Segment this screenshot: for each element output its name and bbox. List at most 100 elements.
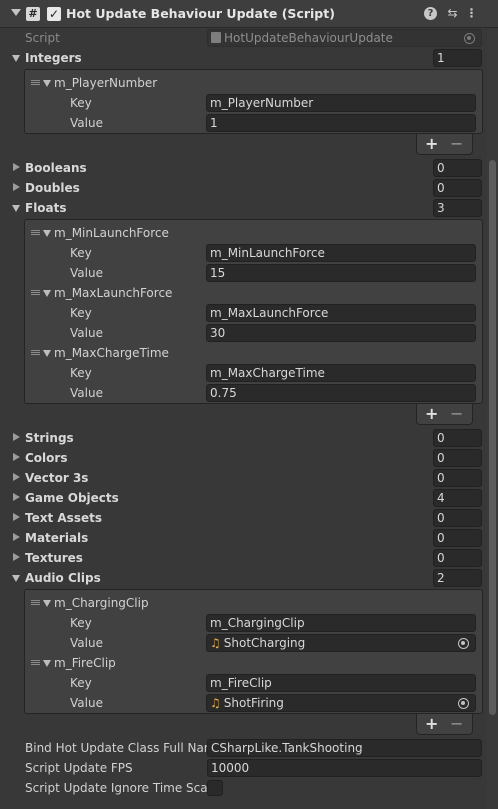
settings-sliders-icon[interactable]: ⇆ xyxy=(445,6,460,21)
audio-clip-object-field[interactable]: ♫ ShotCharging xyxy=(206,634,476,652)
element-foldout-icon[interactable] xyxy=(43,80,51,87)
component-title: Hot Update Behaviour Update (Script) xyxy=(66,6,335,21)
update-fps-label: Script Update FPS xyxy=(25,761,133,775)
floats-label: Floats xyxy=(25,201,67,215)
object-picker-icon[interactable] xyxy=(458,638,469,649)
drag-handle-icon[interactable] xyxy=(31,80,40,85)
strings-label: Strings xyxy=(25,431,74,445)
vector3s-row[interactable]: Vector 3s 0 xyxy=(0,468,486,488)
key-field[interactable]: m_MaxLaunchForce xyxy=(206,304,476,322)
key-field[interactable]: m_ChargingClip xyxy=(206,614,476,632)
textures-row[interactable]: Textures 0 xyxy=(0,548,486,568)
text-assets-row[interactable]: Text Assets 0 xyxy=(0,508,486,528)
vector3s-foldout-icon[interactable] xyxy=(13,473,20,481)
element-foldout-icon[interactable] xyxy=(43,600,51,607)
doubles-row[interactable]: Doubles 0 xyxy=(0,178,486,198)
game-objects-foldout-icon[interactable] xyxy=(13,493,20,501)
list-item[interactable]: m_ChargingClip xyxy=(25,593,482,613)
element-foldout-icon[interactable] xyxy=(43,350,51,357)
drag-handle-icon[interactable] xyxy=(31,350,40,355)
element-foldout-icon[interactable] xyxy=(43,230,51,237)
key-field[interactable]: m_MinLaunchForce xyxy=(206,244,476,262)
add-element-button[interactable]: + xyxy=(425,134,438,153)
audio-clip-object-field[interactable]: ♫ ShotFiring xyxy=(206,694,476,712)
list-item[interactable]: m_MinLaunchForce xyxy=(25,223,482,243)
text-assets-count-field[interactable]: 0 xyxy=(433,509,482,527)
materials-count-field[interactable]: 0 xyxy=(433,529,482,547)
strings-foldout-icon[interactable] xyxy=(13,433,20,441)
materials-row[interactable]: Materials 0 xyxy=(0,528,486,548)
game-objects-row[interactable]: Game Objects 4 xyxy=(0,488,486,508)
textures-count-field[interactable]: 0 xyxy=(433,549,482,567)
list-item[interactable]: m_MaxChargeTime xyxy=(25,343,482,363)
drag-handle-icon[interactable] xyxy=(31,660,40,665)
value-field[interactable]: 1 xyxy=(206,114,476,132)
scrollbar-thumb[interactable] xyxy=(489,160,496,715)
colors-foldout-icon[interactable] xyxy=(13,453,20,461)
floats-count-field[interactable]: 3 xyxy=(433,199,482,217)
integers-add-remove: + − xyxy=(416,134,473,155)
key-field[interactable]: m_FireClip xyxy=(206,674,476,692)
element-foldout-icon[interactable] xyxy=(43,660,51,667)
booleans-count-field[interactable]: 0 xyxy=(433,159,482,177)
text-assets-foldout-icon[interactable] xyxy=(13,513,20,521)
value-field[interactable]: 15 xyxy=(206,264,476,282)
add-element-button[interactable]: + xyxy=(425,714,438,733)
bind-class-field[interactable]: CSharpLike.TankShooting xyxy=(207,739,482,757)
update-fps-field[interactable]: 10000 xyxy=(207,759,482,777)
list-item[interactable]: m_MaxLaunchForce xyxy=(25,283,482,303)
booleans-foldout-icon[interactable] xyxy=(13,163,20,171)
script-field[interactable]: HotUpdateBehaviourUpdate xyxy=(207,29,482,47)
strings-count-field[interactable]: 0 xyxy=(433,429,482,447)
key-label: Key xyxy=(70,306,92,320)
doubles-count-field[interactable]: 0 xyxy=(433,179,482,197)
key-label: Key xyxy=(70,676,92,690)
audio-clips-add-remove: + − xyxy=(416,714,473,735)
key-row: Key m_FireClip xyxy=(25,673,482,693)
add-element-button[interactable]: + xyxy=(425,404,438,423)
doubles-foldout-icon[interactable] xyxy=(13,183,20,191)
remove-element-button[interactable]: − xyxy=(450,714,463,733)
audio-clips-row[interactable]: Audio Clips 2 xyxy=(0,568,486,588)
floats-list: m_MinLaunchForce Key m_MinLaunchForce Va… xyxy=(24,219,483,404)
help-icon[interactable]: ? xyxy=(424,7,437,20)
object-picker-icon[interactable] xyxy=(458,698,469,709)
materials-foldout-icon[interactable] xyxy=(13,533,20,541)
drag-handle-icon[interactable] xyxy=(31,600,40,605)
colors-count-field[interactable]: 0 xyxy=(433,449,482,467)
vector3s-label: Vector 3s xyxy=(25,471,89,485)
integers-count-field[interactable]: 1 xyxy=(433,49,482,67)
drag-handle-icon[interactable] xyxy=(31,230,40,235)
object-picker-icon[interactable] xyxy=(464,33,475,44)
more-vert-icon[interactable]: ⋮ xyxy=(464,6,479,21)
value-field[interactable]: 30 xyxy=(206,324,476,342)
key-field[interactable]: m_MaxChargeTime xyxy=(206,364,476,382)
list-item[interactable]: m_FireClip xyxy=(25,653,482,673)
game-objects-count-field[interactable]: 4 xyxy=(433,489,482,507)
vector3s-count-field[interactable]: 0 xyxy=(433,469,482,487)
audio-clips-foldout-icon[interactable] xyxy=(12,575,20,582)
strings-row[interactable]: Strings 0 xyxy=(0,428,486,448)
key-row: Key m_MaxLaunchForce xyxy=(25,303,482,323)
colors-row[interactable]: Colors 0 xyxy=(0,448,486,468)
integers-row[interactable]: Integers 1 xyxy=(0,48,486,68)
floats-row[interactable]: Floats 3 xyxy=(0,198,486,218)
floats-foldout-icon[interactable] xyxy=(12,205,20,212)
component-enabled-checkbox[interactable]: ✓ xyxy=(47,7,61,21)
component-foldout-icon[interactable] xyxy=(11,9,21,16)
element-foldout-icon[interactable] xyxy=(43,290,51,297)
remove-element-button[interactable]: − xyxy=(450,404,463,423)
ignore-time-scale-checkbox[interactable] xyxy=(207,780,223,796)
drag-handle-icon[interactable] xyxy=(31,290,40,295)
textures-foldout-icon[interactable] xyxy=(13,553,20,561)
element-name: m_MaxLaunchForce xyxy=(54,286,173,300)
list-item[interactable]: m_PlayerNumber xyxy=(25,73,482,93)
audio-clips-count-field[interactable]: 2 xyxy=(433,569,482,587)
key-field[interactable]: m_PlayerNumber xyxy=(206,94,476,112)
integers-foldout-icon[interactable] xyxy=(12,55,20,62)
remove-element-button[interactable]: − xyxy=(450,134,463,153)
colors-label: Colors xyxy=(25,451,68,465)
booleans-row[interactable]: Booleans 0 xyxy=(0,158,486,178)
integers-label: Integers xyxy=(25,51,82,65)
value-field[interactable]: 0.75 xyxy=(206,384,476,402)
